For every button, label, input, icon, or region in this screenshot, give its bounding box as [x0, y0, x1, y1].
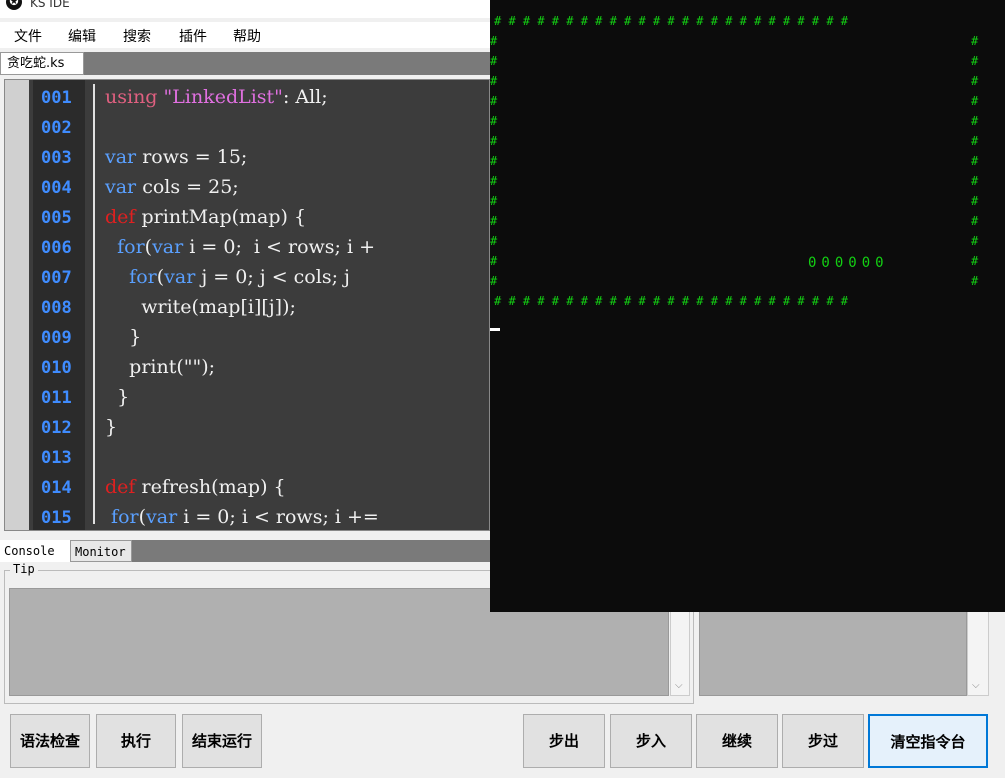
- left-wall: #: [490, 194, 498, 208]
- right-wall: #: [971, 254, 979, 268]
- run-button[interactable]: 执行: [96, 714, 176, 768]
- right-wall: #: [971, 54, 979, 68]
- terminal-cursor: [490, 328, 500, 331]
- menu-search[interactable]: 搜索: [123, 26, 151, 46]
- code-line: def refresh(map) {: [105, 476, 286, 498]
- step-out-button[interactable]: 步出: [523, 714, 605, 768]
- line-number: 008: [41, 298, 72, 318]
- left-wall: #: [490, 114, 498, 128]
- step-into-button[interactable]: 步入: [610, 714, 692, 768]
- menu-bar: 文件 编辑 搜索 插件 帮助: [0, 22, 490, 48]
- line-number: 002: [41, 118, 72, 138]
- line-number: 001: [41, 88, 72, 108]
- left-wall: #: [490, 234, 498, 248]
- line-number: 005: [41, 208, 72, 228]
- left-wall: #: [490, 74, 498, 88]
- window-title: KS IDE: [30, 0, 70, 10]
- clear-console-button[interactable]: 清空指令台: [868, 714, 988, 768]
- chevron-down-icon[interactable]: ⌵: [972, 680, 980, 691]
- left-wall: #: [490, 54, 498, 68]
- syntax-check-button[interactable]: 语法检查: [10, 714, 90, 768]
- line-number: 011: [41, 388, 72, 408]
- line-number: 007: [41, 268, 72, 288]
- title-bar: ✪ KS IDE: [0, 0, 490, 18]
- code-line: def printMap(map) {: [105, 206, 307, 228]
- menu-edit[interactable]: 编辑: [68, 26, 96, 46]
- right-wall: #: [971, 174, 979, 188]
- line-number-column: 001 002 003 004 005 006 007 008 009 010 …: [33, 80, 85, 530]
- line-number: 003: [41, 148, 72, 168]
- code-line: for(var j = 0; j < cols; j: [129, 266, 350, 288]
- left-wall: #: [490, 34, 498, 48]
- menu-file[interactable]: 文件: [14, 26, 42, 46]
- app-logo-icon: ✪: [6, 0, 22, 10]
- left-wall: #: [490, 254, 498, 268]
- code-line: for(var i = 0; i < rows; i +=: [111, 506, 379, 528]
- line-number: 014: [41, 478, 72, 498]
- continue-button[interactable]: 继续: [696, 714, 778, 768]
- code-line: }: [105, 326, 142, 348]
- top-border: # # # # # # # # # # # # # # # # # # # # …: [494, 14, 849, 28]
- right-wall: #: [971, 214, 979, 228]
- line-number: 013: [41, 448, 72, 468]
- code-line: using "LinkedList": All;: [105, 86, 328, 108]
- menu-help[interactable]: 帮助: [233, 26, 261, 46]
- line-number: 006: [41, 238, 72, 258]
- line-number: 012: [41, 418, 72, 438]
- step-over-button[interactable]: 步过: [782, 714, 864, 768]
- right-wall: #: [971, 34, 979, 48]
- right-wall: #: [971, 74, 979, 88]
- right-wall: #: [971, 114, 979, 128]
- code-line: }: [105, 416, 118, 438]
- code-line: var cols = 25;: [105, 176, 239, 198]
- chevron-down-icon[interactable]: ⌵: [675, 680, 683, 691]
- left-wall: #: [490, 134, 498, 148]
- right-wall: #: [971, 94, 979, 108]
- code-line: for(var i = 0; i < rows; i +: [117, 236, 376, 258]
- tab-console[interactable]: Console: [0, 540, 70, 562]
- code-line: print("");: [105, 356, 216, 378]
- code-line: }: [105, 386, 130, 408]
- bottom-border: # # # # # # # # # # # # # # # # # # # # …: [494, 294, 849, 308]
- stop-run-button[interactable]: 结束运行: [182, 714, 262, 768]
- gutter-divider: [93, 84, 95, 524]
- line-number: 015: [41, 508, 72, 528]
- editor-gutter: [5, 80, 29, 530]
- terminal-window[interactable]: # # # # # # # # # # # # # # # # # # # # …: [490, 0, 1005, 612]
- left-wall: #: [490, 274, 498, 288]
- file-tab-bar: 贪吃蛇.ks: [0, 52, 490, 75]
- code-editor[interactable]: 001 002 003 004 005 006 007 008 009 010 …: [4, 79, 490, 531]
- right-wall: #: [971, 234, 979, 248]
- line-number: 004: [41, 178, 72, 198]
- code-line: write(map[i][j]);: [105, 296, 296, 318]
- line-number: 010: [41, 358, 72, 378]
- left-wall: #: [490, 174, 498, 188]
- right-wall: #: [971, 274, 979, 288]
- right-wall: #: [971, 134, 979, 148]
- tip-label: Tip: [10, 562, 38, 576]
- code-line: var rows = 15;: [105, 146, 248, 168]
- left-wall: #: [490, 154, 498, 168]
- tab-monitor[interactable]: Monitor: [70, 540, 132, 562]
- left-wall: #: [490, 214, 498, 228]
- console-tab-bar: Console Monitor: [0, 540, 490, 562]
- right-wall: #: [971, 194, 979, 208]
- left-wall: #: [490, 94, 498, 108]
- snake-body: 000000: [808, 255, 889, 271]
- line-number: 009: [41, 328, 72, 348]
- file-tab-snake[interactable]: 贪吃蛇.ks: [0, 52, 84, 75]
- right-wall: #: [971, 154, 979, 168]
- menu-plugins[interactable]: 插件: [179, 26, 207, 46]
